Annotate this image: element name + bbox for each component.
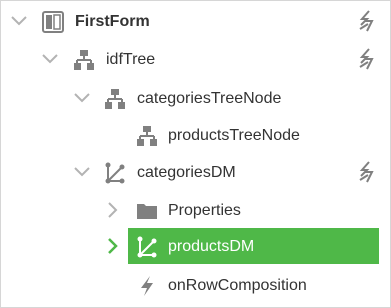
event-handler-icon[interactable] <box>357 48 377 70</box>
tree-row-productstreenode[interactable]: productsTreeNode <box>1 117 390 154</box>
tree-item-label: onRowComposition <box>168 277 307 294</box>
tree-item-label: idfTree <box>106 51 156 68</box>
chevron-down-icon[interactable] <box>9 11 29 31</box>
tree-item-label: categoriesTreeNode <box>137 90 282 107</box>
tree-row-categoriesdm[interactable]: categoriesDM <box>1 154 390 191</box>
event-handler-icon[interactable] <box>357 10 377 32</box>
chevron-right-icon[interactable] <box>103 200 123 220</box>
datamap-icon <box>104 162 126 184</box>
outline-tree-panel: FirstForm idfTree categoriesTreeNode pro… <box>0 0 391 308</box>
datamap-icon <box>136 236 158 258</box>
tree-row-firstform[interactable]: FirstForm <box>1 3 390 40</box>
tree-node-icon <box>104 88 126 110</box>
form-icon <box>42 11 64 33</box>
folder-icon <box>136 200 158 222</box>
tree-row-properties[interactable]: Properties <box>1 192 390 229</box>
tree-node-icon <box>136 125 158 147</box>
chevron-down-icon[interactable] <box>72 88 92 108</box>
tree-row-onrowcomposition[interactable]: onRowComposition <box>1 267 390 304</box>
tree-row-categoriestreenode[interactable]: categoriesTreeNode <box>1 80 390 117</box>
tree-item-label: Properties <box>168 202 241 219</box>
chevron-down-icon[interactable] <box>72 162 92 182</box>
tree-row-productsdm[interactable]: productsDM <box>1 228 390 265</box>
chevron-down-icon[interactable] <box>40 49 60 69</box>
tree-row-idftree[interactable]: idfTree <box>1 41 390 78</box>
chevron-right-icon[interactable] <box>103 236 123 256</box>
tree-item-label: productsTreeNode <box>168 127 300 144</box>
tree-icon <box>73 49 95 71</box>
tree-item-label: categoriesDM <box>137 164 236 181</box>
tree-item-label: FirstForm <box>75 13 150 30</box>
lightning-icon <box>136 275 158 297</box>
event-handler-icon[interactable] <box>357 161 377 183</box>
tree-item-label: productsDM <box>168 238 255 255</box>
